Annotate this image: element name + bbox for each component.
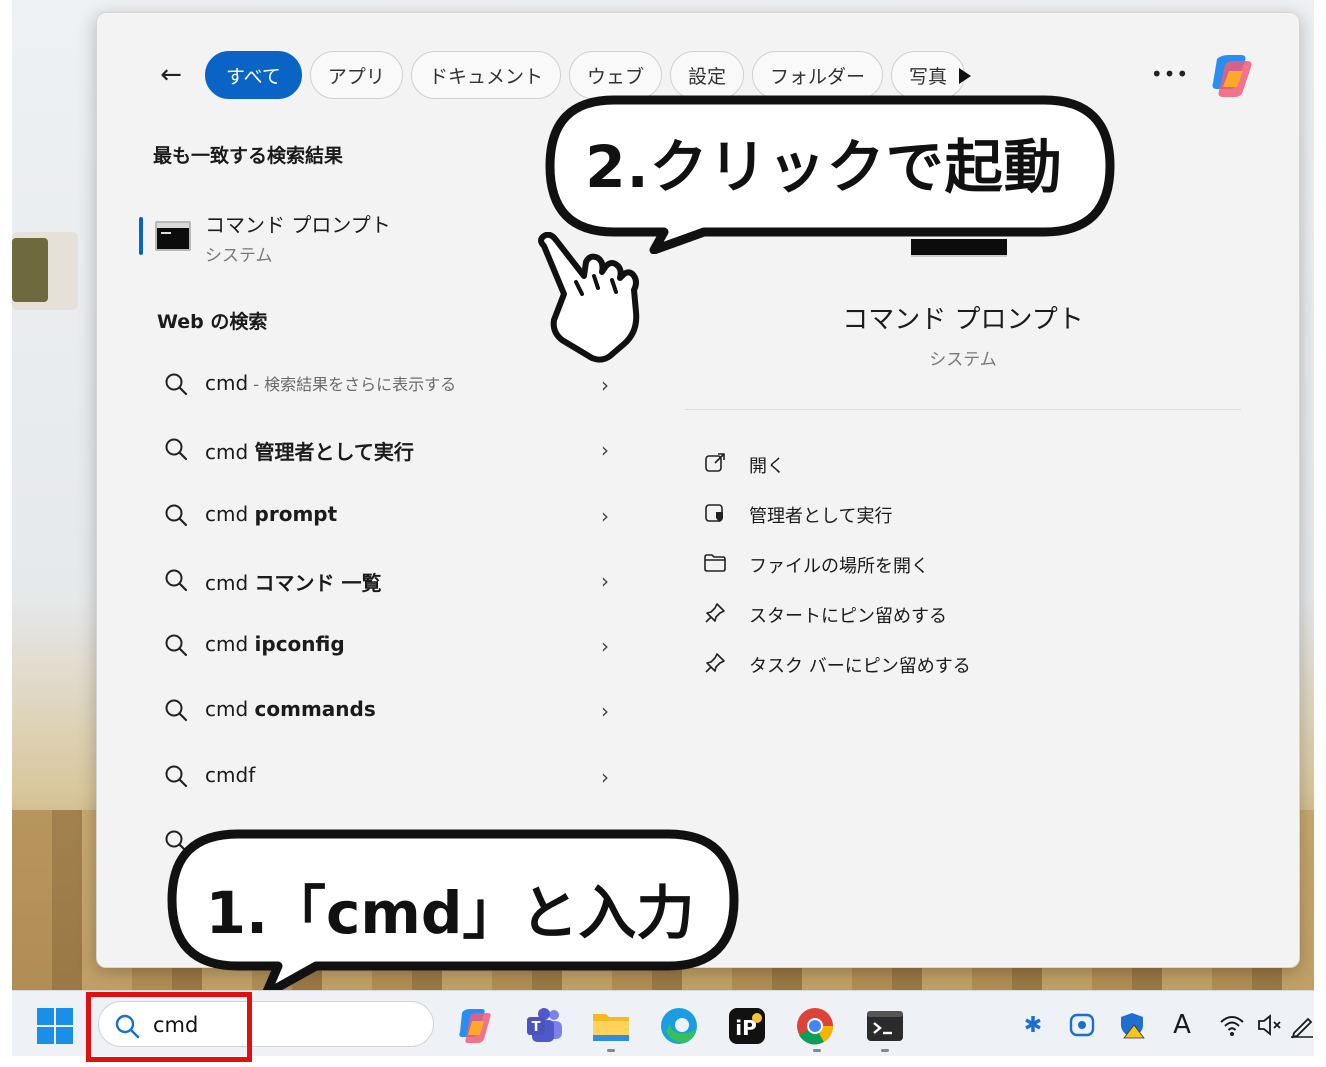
- web-search-text: cmd コマンド 一覧: [205, 570, 382, 595]
- search-icon: [165, 634, 188, 657]
- callout-step2: 2.クリックで起動: [585, 133, 1063, 201]
- teams-icon[interactable]: T: [524, 1005, 566, 1047]
- web-search-text: cmd 管理者として実行: [205, 440, 414, 465]
- tab-apps[interactable]: アプリ: [309, 51, 403, 99]
- selection-indicator: [139, 217, 143, 255]
- wifi-icon[interactable]: [1218, 1011, 1246, 1039]
- copilot-logo-icon[interactable]: [1207, 53, 1257, 99]
- web-search-item[interactable]: cmd commands ›: [155, 679, 625, 744]
- running-indicator: [813, 1049, 821, 1052]
- web-search-text: cmd commands: [205, 697, 376, 722]
- chevron-right-icon[interactable]: ›: [601, 373, 609, 397]
- search-icon: [115, 1014, 140, 1039]
- chevron-right-icon[interactable]: ›: [601, 504, 609, 528]
- volume-muted-icon[interactable]: [1256, 1011, 1284, 1039]
- more-options-icon[interactable]: •••: [1151, 59, 1188, 89]
- security-warning-icon[interactable]: [1118, 1011, 1146, 1039]
- ibis-paint-icon[interactable]: iP: [726, 1005, 768, 1047]
- ime-a-icon[interactable]: A: [1168, 1010, 1196, 1040]
- callout-step1: 1.「cmd」と入力: [205, 879, 695, 947]
- search-icon: [165, 569, 188, 591]
- divider: [685, 409, 1241, 410]
- pen-icon[interactable]: [1288, 1011, 1316, 1039]
- tab-all[interactable]: すべて: [205, 51, 302, 99]
- tab-settings[interactable]: 設定: [669, 51, 744, 99]
- tab-folders[interactable]: フォルダー: [751, 51, 883, 99]
- folder-icon: [704, 554, 726, 572]
- pointing-hand-icon: [538, 232, 640, 363]
- search-icon: [165, 373, 188, 396]
- web-search-heading: Web の検索: [157, 311, 268, 333]
- edge-icon[interactable]: [658, 1005, 700, 1047]
- action-label: スタートにピン留めする: [749, 606, 947, 627]
- file-explorer-icon[interactable]: [590, 1005, 632, 1047]
- search-icon: [165, 765, 188, 787]
- taskbar-search-input[interactable]: [153, 1011, 413, 1039]
- web-search-item[interactable]: cmdf ›: [155, 745, 625, 810]
- best-match-name: コマンド プロンプト: [205, 213, 391, 237]
- web-search-text: cmd prompt: [205, 501, 338, 526]
- tab-web[interactable]: ウェブ: [568, 51, 662, 99]
- pin-icon: [705, 653, 725, 673]
- best-match-subtitle: システム: [205, 246, 273, 266]
- more-tabs-arrow-icon[interactable]: [955, 65, 975, 87]
- running-indicator: [881, 1049, 889, 1052]
- web-search-text: cmd ipconfig: [205, 632, 345, 657]
- detail-pane: コマンド プロンプト システム 開く 管理者として実行 ファイルの場所を開く ス…: [685, 193, 1241, 793]
- open-external-icon: [705, 453, 725, 472]
- web-search-item[interactable]: cmd ipconfig ›: [155, 614, 625, 679]
- action-label: 開く: [749, 456, 785, 477]
- running-indicator: [607, 1049, 615, 1052]
- web-search-list: cmd - 検索結果をさらに表示する › cmd 管理者として実行 › cmd …: [155, 353, 625, 875]
- chevron-right-icon[interactable]: ›: [601, 634, 609, 658]
- best-match-heading: 最も一致する検索結果: [153, 145, 344, 167]
- meet-now-icon[interactable]: [1068, 1011, 1096, 1039]
- tab-documents[interactable]: ドキュメント: [410, 51, 561, 99]
- chevron-right-icon[interactable]: ›: [601, 438, 609, 462]
- web-search-text: cmd - 検索結果をさらに表示する: [205, 371, 457, 395]
- windows-start-icon[interactable]: [36, 1007, 74, 1045]
- web-search-item[interactable]: cmd prompt ›: [155, 484, 625, 549]
- admin-shield-icon: [705, 504, 723, 522]
- action-label: ファイルの場所を開く: [749, 556, 929, 577]
- tab-photos[interactable]: 写真: [891, 51, 966, 99]
- search-icon: [165, 699, 188, 722]
- taskbar-search-box[interactable]: [98, 1001, 434, 1047]
- chevron-right-icon[interactable]: ›: [601, 699, 609, 723]
- best-match-item[interactable]: コマンド プロンプト システム: [139, 205, 559, 269]
- action-label: 管理者として実行: [749, 506, 893, 527]
- desktop-icon[interactable]: [12, 232, 78, 310]
- web-search-text: cmdf: [205, 762, 256, 787]
- search-icon: [165, 504, 188, 526]
- svg-text:T: T: [532, 1020, 541, 1035]
- chrome-icon[interactable]: [794, 1005, 836, 1047]
- web-search-item[interactable]: cmd コマンド 一覧 ›: [155, 549, 625, 614]
- web-search-item[interactable]: cmd 管理者として実行 ›: [155, 418, 625, 483]
- terminal-icon[interactable]: [864, 1005, 906, 1047]
- taskbar: T iP ✱ A: [12, 990, 1314, 1056]
- detail-title: コマンド プロンプト: [842, 305, 1084, 335]
- chevron-right-icon[interactable]: ›: [601, 569, 609, 593]
- detail-subtitle: システム: [929, 350, 997, 370]
- pin-icon: [705, 603, 725, 623]
- command-prompt-icon: [155, 221, 191, 251]
- copilot-icon[interactable]: [454, 1005, 496, 1047]
- chevron-right-icon[interactable]: ›: [601, 765, 609, 789]
- bluetooth-icon[interactable]: ✱: [1019, 1011, 1047, 1039]
- action-label: タスク バーにピン留めする: [749, 656, 971, 677]
- search-icon: [165, 438, 188, 461]
- back-arrow-icon[interactable]: ←: [153, 57, 189, 93]
